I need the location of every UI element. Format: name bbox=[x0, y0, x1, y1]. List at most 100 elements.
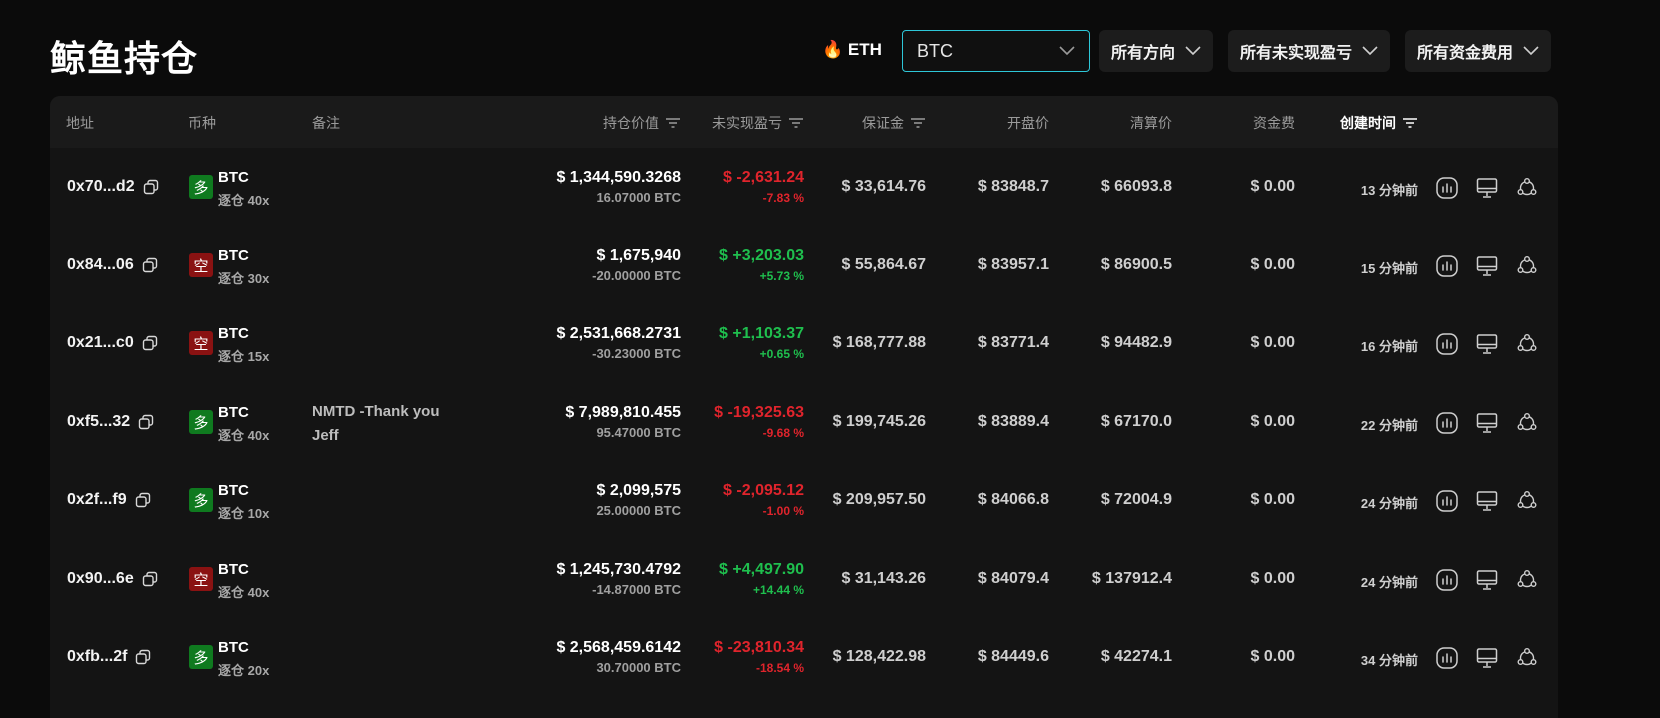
wallet-address-text[interactable]: 0x70...d2 bbox=[67, 178, 135, 196]
wallet-address-text[interactable]: 0x84...06 bbox=[67, 256, 134, 274]
chevron-down-icon bbox=[1185, 46, 1201, 56]
copy-icon[interactable] bbox=[138, 414, 154, 430]
column-header-created-time[interactable]: 创建时间 bbox=[1340, 113, 1418, 133]
unrealized-pnl-percent: -1.00 % bbox=[762, 504, 804, 518]
funding-filter-dropdown[interactable]: 所有资金费用 bbox=[1405, 30, 1552, 72]
unrealized-pnl-percent: +5.73 % bbox=[759, 269, 804, 283]
copy-icon[interactable] bbox=[135, 492, 151, 508]
unrealized-pnl: $ +1,103.37 bbox=[719, 325, 804, 342]
share-icon[interactable] bbox=[1515, 254, 1539, 278]
sort-filter-icon[interactable] bbox=[665, 117, 681, 129]
wallet-address[interactable]: 0x70...d2 bbox=[67, 178, 159, 196]
copy-icon[interactable] bbox=[142, 335, 158, 351]
coin-symbol: BTC bbox=[218, 247, 249, 264]
direction-filter-dropdown[interactable]: 所有方向 bbox=[1099, 30, 1214, 72]
share-icon[interactable] bbox=[1515, 489, 1539, 513]
created-time: 13 分钟前 bbox=[1360, 183, 1418, 198]
sort-filter-icon[interactable] bbox=[1402, 117, 1418, 129]
direction-badge: 多 bbox=[189, 175, 213, 199]
entry-price: $ 83848.7 bbox=[977, 178, 1049, 195]
wallet-address-text[interactable]: 0x90...6e bbox=[67, 570, 134, 588]
unrealized-pnl: $ -23,810.34 bbox=[714, 639, 804, 656]
direction-filter-label: 所有方向 bbox=[1111, 45, 1176, 62]
share-icon[interactable] bbox=[1515, 568, 1539, 592]
monitor-icon[interactable] bbox=[1475, 489, 1499, 513]
column-header-position-value[interactable]: 持仓价值 bbox=[603, 113, 681, 133]
pnl-filter-dropdown[interactable]: 所有未实现盈亏 bbox=[1228, 30, 1391, 72]
bar-chart-icon[interactable] bbox=[1435, 646, 1459, 670]
coin-symbol: BTC bbox=[218, 169, 249, 186]
table-row: 0x90...6e 空 BTC 逐仓 40x $ 1,245,730.4792 … bbox=[50, 541, 1558, 619]
entry-price: $ 83889.4 bbox=[977, 413, 1049, 430]
wallet-address[interactable]: 0x84...06 bbox=[67, 256, 158, 274]
table-row: 0x2f...f9 多 BTC 逐仓 10x $ 2,099,575 25.00… bbox=[50, 462, 1558, 540]
wallet-address[interactable]: 0x2f...f9 bbox=[67, 491, 151, 509]
position-value: $ 2,531,668.2731 bbox=[556, 325, 681, 342]
liquidation-price: $ 94482.9 bbox=[1100, 334, 1172, 351]
created-time: 15 分钟前 bbox=[1360, 261, 1418, 276]
wallet-address[interactable]: 0xfb...2f bbox=[67, 648, 151, 666]
copy-icon[interactable] bbox=[135, 649, 151, 665]
copy-icon[interactable] bbox=[142, 571, 158, 587]
bar-chart-icon[interactable] bbox=[1435, 332, 1459, 356]
chevron-down-icon bbox=[1362, 46, 1378, 56]
bar-chart-icon[interactable] bbox=[1435, 254, 1459, 278]
entry-price: $ 83771.4 bbox=[977, 334, 1049, 351]
wallet-address[interactable]: 0xf5...32 bbox=[67, 413, 154, 431]
monitor-icon[interactable] bbox=[1475, 646, 1499, 670]
copy-icon[interactable] bbox=[143, 179, 159, 195]
coin-symbol: BTC bbox=[218, 561, 249, 578]
monitor-icon[interactable] bbox=[1475, 332, 1499, 356]
position-value: $ 2,099,575 bbox=[596, 482, 681, 499]
wallet-address-text[interactable]: 0x2f...f9 bbox=[67, 491, 127, 509]
position-size: 25.00000 BTC bbox=[596, 503, 681, 518]
created-time: 16 分钟前 bbox=[1360, 339, 1418, 354]
direction-badge: 多 bbox=[189, 488, 213, 512]
leverage-label: 逐仓 40x bbox=[218, 428, 270, 443]
monitor-icon[interactable] bbox=[1475, 176, 1499, 200]
bar-chart-icon[interactable] bbox=[1435, 411, 1459, 435]
created-time: 24 分钟前 bbox=[1360, 575, 1418, 590]
sort-filter-icon[interactable] bbox=[910, 117, 926, 129]
bar-chart-icon[interactable] bbox=[1435, 489, 1459, 513]
share-icon[interactable] bbox=[1515, 176, 1539, 200]
unrealized-pnl: $ -2,095.12 bbox=[723, 482, 804, 499]
unrealized-pnl: $ +4,497.90 bbox=[719, 561, 804, 578]
funding-fee: $ 0.00 bbox=[1250, 334, 1295, 351]
funding-fee: $ 0.00 bbox=[1250, 648, 1295, 665]
margin-value: $ 128,422.98 bbox=[832, 648, 926, 665]
column-header-unrealized-pnl[interactable]: 未实现盈亏 bbox=[712, 113, 804, 133]
created-time: 34 分钟前 bbox=[1360, 653, 1418, 668]
sort-filter-icon[interactable] bbox=[788, 117, 804, 129]
monitor-icon[interactable] bbox=[1475, 254, 1499, 278]
bar-chart-icon[interactable] bbox=[1435, 176, 1459, 200]
margin-value: $ 55,864.67 bbox=[841, 256, 926, 273]
eth-quick-filter[interactable]: 🔥 ETH bbox=[822, 40, 882, 60]
wallet-address-text[interactable]: 0xf5...32 bbox=[67, 413, 130, 431]
monitor-icon[interactable] bbox=[1475, 568, 1499, 592]
column-header-margin[interactable]: 保证金 bbox=[862, 113, 926, 133]
column-header-entry-price: 开盘价 bbox=[1007, 115, 1049, 131]
column-header-note: 备注 bbox=[312, 115, 340, 131]
copy-icon[interactable] bbox=[142, 257, 158, 273]
monitor-icon[interactable] bbox=[1475, 411, 1499, 435]
share-icon[interactable] bbox=[1515, 646, 1539, 670]
position-size: 16.07000 BTC bbox=[596, 190, 681, 205]
wallet-address[interactable]: 0x21...c0 bbox=[67, 334, 158, 352]
funding-fee: $ 0.00 bbox=[1250, 256, 1295, 273]
leverage-label: 逐仓 40x bbox=[218, 585, 270, 600]
share-icon[interactable] bbox=[1515, 332, 1539, 356]
table-row: 0x84...06 空 BTC 逐仓 30x $ 1,675,940 -20.0… bbox=[50, 227, 1558, 305]
wallet-address-text[interactable]: 0xfb...2f bbox=[67, 648, 127, 666]
unrealized-pnl: $ -2,631.24 bbox=[723, 169, 804, 186]
leverage-label: 逐仓 30x bbox=[218, 271, 270, 286]
bar-chart-icon[interactable] bbox=[1435, 568, 1459, 592]
wallet-address-text[interactable]: 0x21...c0 bbox=[67, 334, 134, 352]
position-size: 30.70000 BTC bbox=[596, 660, 681, 675]
liquidation-price: $ 67170.0 bbox=[1100, 413, 1172, 430]
share-icon[interactable] bbox=[1515, 411, 1539, 435]
wallet-address[interactable]: 0x90...6e bbox=[67, 570, 158, 588]
funding-fee: $ 0.00 bbox=[1250, 491, 1295, 508]
coin-select[interactable]: BTC bbox=[902, 30, 1090, 72]
direction-badge: 空 bbox=[189, 253, 213, 277]
